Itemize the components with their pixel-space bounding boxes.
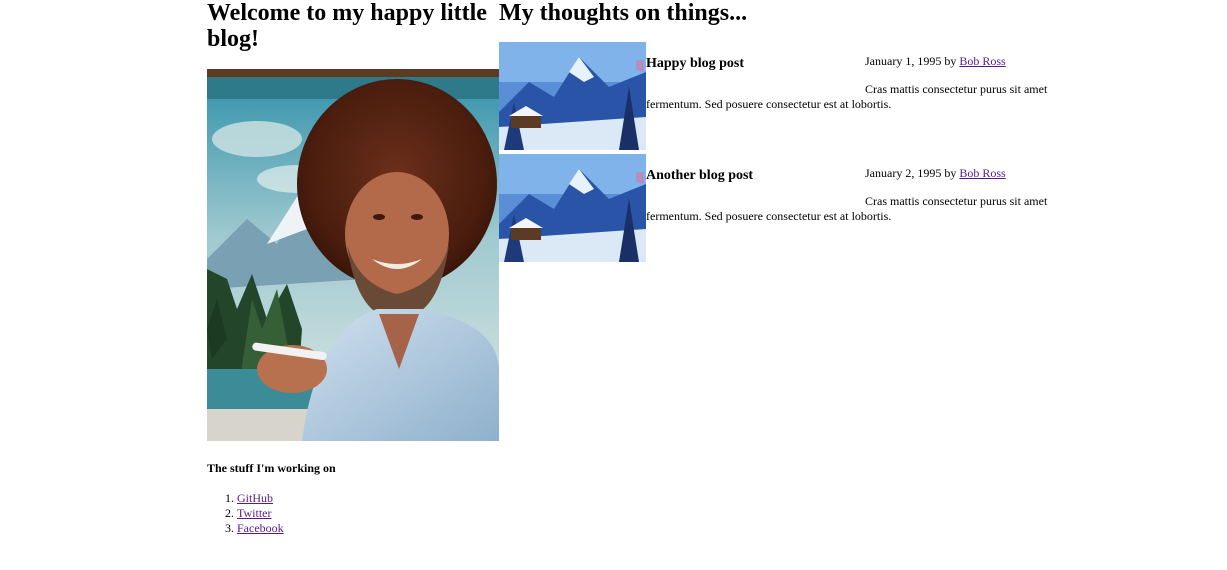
blog-page: Welcome to my happy little blog! The stu…: [0, 0, 1227, 570]
post-by: by: [944, 54, 957, 68]
page-heading: Welcome to my happy little blog!: [207, 0, 487, 52]
list-item: GitHub: [237, 491, 499, 506]
bob-ross-portrait-image: [207, 69, 499, 441]
facebook-link[interactable]: Facebook: [237, 521, 284, 535]
post-author-link[interactable]: Bob Ross: [959, 54, 1005, 68]
twitter-link[interactable]: Twitter: [237, 506, 271, 520]
list-item: Twitter: [237, 506, 499, 521]
post-date: January 2, 1995: [865, 166, 942, 180]
github-link[interactable]: GitHub: [237, 491, 273, 505]
post-title: Another blog post: [646, 168, 754, 183]
blog-post: Another blog post January 2, 1995 by Bob…: [499, 154, 1059, 262]
post-author-link[interactable]: Bob Ross: [959, 166, 1005, 180]
winter-landscape-thumbnail: [499, 42, 646, 150]
left-column: Welcome to my happy little blog! The stu…: [207, 0, 499, 536]
post-body: Cras mattis consectetur purus sit amet f…: [646, 82, 1048, 111]
winter-landscape-thumbnail: [499, 154, 646, 262]
post-body: Cras mattis consectetur purus sit amet f…: [646, 194, 1048, 223]
post-meta: January 2, 1995 by Bob Ross: [865, 166, 1006, 180]
post-meta: January 1, 1995 by Bob Ross: [865, 54, 1006, 68]
list-item: Facebook: [237, 521, 499, 536]
post-by: by: [944, 166, 957, 180]
post-title: Happy blog post: [646, 56, 745, 71]
blog-post: Happy blog post January 1, 1995 by Bob R…: [499, 42, 1059, 150]
post-date: January 1, 1995: [865, 54, 942, 68]
posts-heading: My thoughts on things...: [499, 0, 748, 26]
right-column: My thoughts on things... Happy blog post…: [499, 0, 1059, 266]
project-links-list: GitHub Twitter Facebook: [207, 491, 499, 536]
stuff-section-title: The stuff I'm working on: [207, 461, 336, 475]
